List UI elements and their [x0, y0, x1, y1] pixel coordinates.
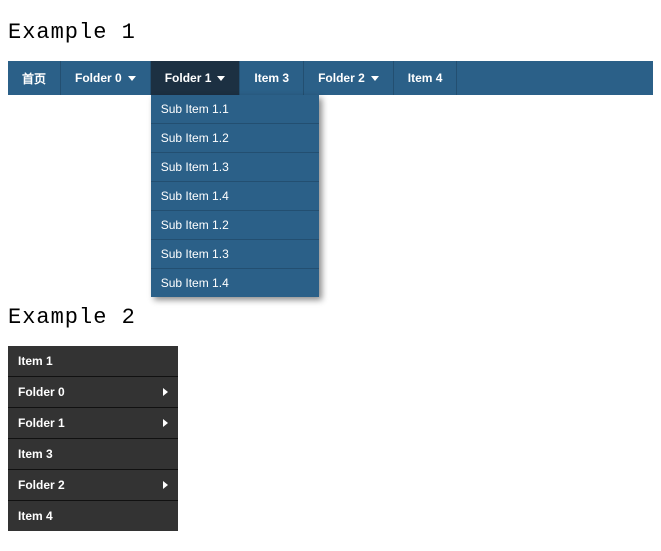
nav2-item-label: Folder 0 — [18, 385, 65, 399]
nav2-item-folder0[interactable]: Folder 0 — [8, 377, 178, 408]
spacer — [8, 95, 653, 295]
nav2-item-folder2[interactable]: Folder 2 — [8, 470, 178, 501]
nav2-item-label: Item 3 — [18, 447, 53, 461]
chevron-right-icon — [163, 419, 168, 427]
nav2-item-label: Item 4 — [18, 509, 53, 523]
nav1-item-folder2[interactable]: Folder 2 — [304, 61, 394, 95]
nav2-item-item1[interactable]: Item 1 — [8, 346, 178, 377]
dropdown-item[interactable]: Sub Item 1.2 — [151, 124, 319, 153]
nav1-item-item3[interactable]: Item 3 — [240, 61, 304, 95]
nav1-item-folder0[interactable]: Folder 0 — [61, 61, 151, 95]
chevron-right-icon — [163, 388, 168, 396]
dropdown-item-label: Sub Item 1.1 — [161, 102, 229, 116]
nav2-item-folder1[interactable]: Folder 1 — [8, 408, 178, 439]
dropdown-item-label: Sub Item 1.3 — [161, 247, 229, 261]
dropdown-item[interactable]: Sub Item 1.4 — [151, 269, 319, 297]
chevron-down-icon — [128, 76, 136, 81]
example1-heading: Example 1 — [8, 20, 653, 45]
nav1-item-home[interactable]: 首页 — [8, 61, 61, 95]
dropdown-item-label: Sub Item 1.2 — [161, 131, 229, 145]
nav2-item-label: Folder 2 — [18, 478, 65, 492]
chevron-right-icon — [163, 481, 168, 489]
example1-navbar: 首页 Folder 0 Folder 1 Sub Item 1.1 Sub It… — [8, 61, 653, 95]
dropdown-item[interactable]: Sub Item 1.3 — [151, 240, 319, 269]
nav1-item-label: Folder 2 — [318, 71, 365, 85]
nav2-item-label: Folder 1 — [18, 416, 65, 430]
dropdown-item-label: Sub Item 1.4 — [161, 189, 229, 203]
dropdown-item-label: Sub Item 1.2 — [161, 218, 229, 232]
nav2-item-label: Item 1 — [18, 354, 53, 368]
nav1-item-item4[interactable]: Item 4 — [394, 61, 458, 95]
dropdown-item-label: Sub Item 1.3 — [161, 160, 229, 174]
dropdown-item[interactable]: Sub Item 1.2 — [151, 211, 319, 240]
chevron-down-icon — [217, 76, 225, 81]
nav1-item-label: Folder 1 — [165, 71, 212, 85]
nav1-item-label: 首页 — [22, 70, 46, 87]
dropdown-item[interactable]: Sub Item 1.4 — [151, 182, 319, 211]
example2-navbar: Item 1 Folder 0 Folder 1 Item 3 Folder 2… — [8, 346, 178, 531]
nav1-folder1-dropdown: Sub Item 1.1 Sub Item 1.2 Sub Item 1.3 S… — [151, 95, 319, 297]
chevron-down-icon — [371, 76, 379, 81]
dropdown-item[interactable]: Sub Item 1.3 — [151, 153, 319, 182]
dropdown-item-label: Sub Item 1.4 — [161, 276, 229, 290]
nav2-item-item3[interactable]: Item 3 — [8, 439, 178, 470]
nav2-item-item4[interactable]: Item 4 — [8, 501, 178, 531]
dropdown-item[interactable]: Sub Item 1.1 — [151, 95, 319, 124]
nav1-item-label: Item 4 — [408, 71, 443, 85]
nav1-item-label: Item 3 — [254, 71, 289, 85]
nav1-item-folder1[interactable]: Folder 1 Sub Item 1.1 Sub Item 1.2 Sub I… — [151, 61, 241, 95]
nav1-item-label: Folder 0 — [75, 71, 122, 85]
example2-heading: Example 2 — [8, 305, 653, 330]
